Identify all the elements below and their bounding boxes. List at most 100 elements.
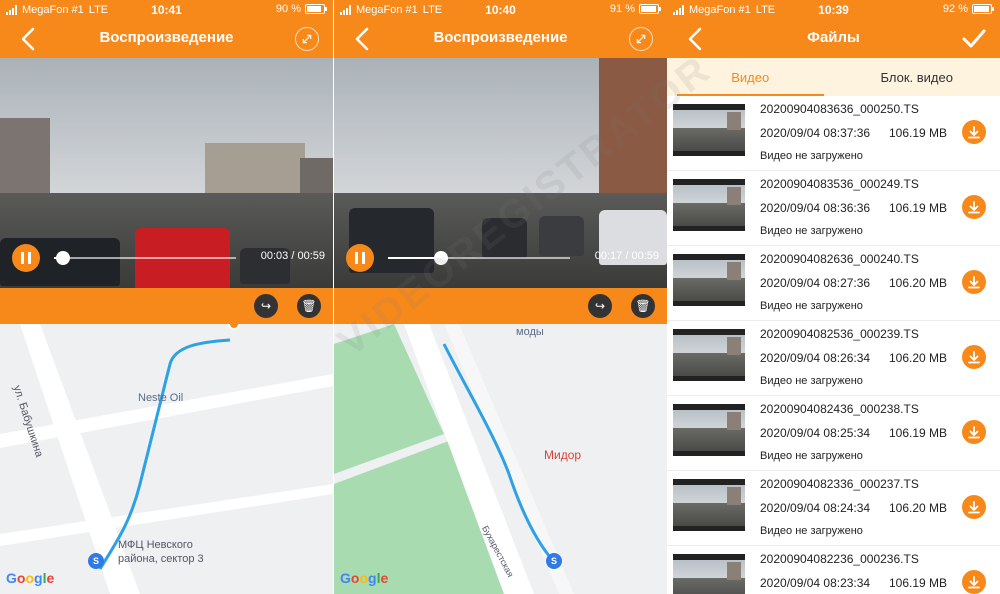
- files-screen: MegaFon #1 LTE 10:39 92 % Файлы Видео Бл…: [667, 0, 1000, 594]
- file-row[interactable]: 20200904082536_000239.TS 2020/09/04 08:26…: [667, 321, 1000, 396]
- file-size: 106.19 MB: [889, 126, 948, 140]
- tab-video[interactable]: Видео: [667, 58, 834, 96]
- file-name: 20200904082636_000240.TS: [760, 252, 919, 266]
- battery-icon: [305, 4, 327, 14]
- file-size: 106.19 MB: [889, 201, 948, 215]
- battery-icon: [972, 4, 994, 14]
- file-status: Видео не загружено: [760, 450, 863, 462]
- check-icon[interactable]: [960, 25, 988, 53]
- file-date: 2020/09/04 08:26:34: [760, 351, 871, 365]
- google-logo: Google: [6, 570, 55, 586]
- pause-icon[interactable]: [12, 244, 40, 272]
- download-icon[interactable]: [962, 195, 986, 219]
- download-icon[interactable]: [962, 270, 986, 294]
- file-list: 20200904083636_000250.TS 2020/09/04 08:37…: [667, 96, 1000, 594]
- file-status: Видео не загружено: [760, 225, 863, 237]
- file-name: 20200904083636_000250.TS: [760, 102, 919, 116]
- nav-bar: Воспроизведение: [334, 20, 667, 58]
- timecode: 00:03 / 00:59: [260, 250, 325, 262]
- file-name: 20200904082336_000237.TS: [760, 477, 919, 491]
- poi-label: МФЦ Невского района, сектор 3: [118, 539, 204, 565]
- file-status: Видео не загружено: [760, 300, 863, 312]
- file-date: 2020/09/04 08:23:34: [760, 576, 871, 590]
- video-frame[interactable]: 00:03 / 00:59: [0, 58, 333, 288]
- poi-label: Neste Oil: [138, 392, 184, 404]
- battery-percent: 90 %: [275, 3, 301, 15]
- download-icon[interactable]: [962, 420, 986, 444]
- player-screen-2: MegaFon #1 LTE 10:40 91 % Воспроизведени…: [334, 0, 667, 594]
- file-size: 106.19 MB: [889, 576, 948, 590]
- seek-knob[interactable]: [56, 251, 71, 265]
- video-thumbnail[interactable]: [673, 179, 745, 231]
- nav-bar: Файлы: [667, 20, 1000, 58]
- share-icon[interactable]: ↪: [588, 294, 612, 318]
- file-row[interactable]: 20200904082336_000237.TS 2020/09/04 08:24…: [667, 471, 1000, 546]
- status-bar: MegaFon #1 LTE 10:40 91 %: [334, 0, 667, 20]
- video-frame[interactable]: 00:17 / 00:59: [334, 58, 667, 288]
- seek-bar[interactable]: [54, 251, 236, 265]
- file-name: 20200904082236_000236.TS: [760, 552, 919, 566]
- start-marker[interactable]: S: [546, 553, 562, 569]
- action-bar: ↪ 🗑: [334, 288, 667, 324]
- back-arrow-icon[interactable]: [683, 26, 709, 52]
- video-thumbnail[interactable]: [673, 254, 745, 306]
- file-name: 20200904082436_000238.TS: [760, 402, 919, 416]
- map-view[interactable]: S моды Мидор Бухарестская Google: [334, 324, 667, 594]
- player-controls: 00:03 / 00:59: [0, 242, 333, 272]
- file-row[interactable]: 20200904082236_000236.TS 2020/09/04 08:23…: [667, 546, 1000, 594]
- tab-locked-video[interactable]: Блок. видео: [834, 58, 1000, 96]
- file-date: 2020/09/04 08:25:34: [760, 426, 871, 440]
- page-title: Файлы: [807, 29, 860, 46]
- player-controls: 00:17 / 00:59: [334, 242, 667, 272]
- download-icon[interactable]: [962, 570, 986, 594]
- trash-icon[interactable]: 🗑: [631, 294, 655, 318]
- file-row[interactable]: 20200904082436_000238.TS 2020/09/04 08:25…: [667, 396, 1000, 471]
- seek-bar[interactable]: [388, 251, 570, 265]
- download-icon[interactable]: [962, 495, 986, 519]
- map-view[interactable]: S ул. Бабушкина Neste Oil МФЦ Невского р…: [0, 324, 333, 594]
- action-bar: ↪ 🗑: [0, 288, 333, 324]
- status-bar: MegaFon #1 LTE 10:39 92 %: [667, 0, 1000, 20]
- player-screen-1: MegaFon #1 LTE 10:41 90 % Воспроизведени…: [0, 0, 333, 594]
- file-row[interactable]: 20200904083636_000250.TS 2020/09/04 08:37…: [667, 96, 1000, 171]
- download-icon[interactable]: [962, 120, 986, 144]
- file-date: 2020/09/04 08:24:34: [760, 501, 871, 515]
- file-status: Видео не загружено: [760, 525, 863, 537]
- video-thumbnail[interactable]: [673, 104, 745, 156]
- share-icon[interactable]: ↪: [254, 294, 278, 318]
- google-logo: Google: [340, 570, 389, 586]
- seek-knob[interactable]: [433, 251, 448, 265]
- file-row[interactable]: 20200904083536_000249.TS 2020/09/04 08:36…: [667, 171, 1000, 246]
- file-date: 2020/09/04 08:36:36: [760, 201, 871, 215]
- file-status: Видео не загружено: [760, 375, 863, 387]
- poi-label: моды: [516, 326, 544, 338]
- expand-icon[interactable]: [629, 27, 653, 51]
- video-thumbnail[interactable]: [673, 404, 745, 456]
- file-row[interactable]: 20200904082636_000240.TS 2020/09/04 08:27…: [667, 246, 1000, 321]
- file-size: 106.20 MB: [889, 351, 948, 365]
- file-name: 20200904082536_000239.TS: [760, 327, 919, 341]
- file-size: 106.20 MB: [889, 276, 948, 290]
- file-tabs: Видео Блок. видео: [667, 58, 1000, 96]
- timecode: 00:17 / 00:59: [594, 250, 659, 262]
- file-size: 106.20 MB: [889, 501, 948, 515]
- page-title: Воспроизведение: [433, 29, 568, 46]
- video-thumbnail[interactable]: [673, 329, 745, 381]
- trash-icon[interactable]: 🗑: [297, 294, 321, 318]
- back-arrow-icon[interactable]: [350, 26, 376, 52]
- download-icon[interactable]: [962, 345, 986, 369]
- file-status: Видео не загружено: [760, 150, 863, 162]
- battery-icon: [639, 4, 661, 14]
- file-name: 20200904083536_000249.TS: [760, 177, 919, 191]
- battery-percent: 92 %: [942, 3, 968, 15]
- nav-bar: Воспроизведение: [0, 20, 333, 58]
- back-arrow-icon[interactable]: [16, 26, 42, 52]
- start-marker[interactable]: S: [88, 553, 104, 569]
- pause-icon[interactable]: [346, 244, 374, 272]
- file-date: 2020/09/04 08:37:36: [760, 126, 871, 140]
- poi-label: Мидор: [544, 448, 582, 462]
- video-thumbnail[interactable]: [673, 554, 745, 594]
- file-size: 106.19 MB: [889, 426, 948, 440]
- video-thumbnail[interactable]: [673, 479, 745, 531]
- expand-icon[interactable]: [295, 27, 319, 51]
